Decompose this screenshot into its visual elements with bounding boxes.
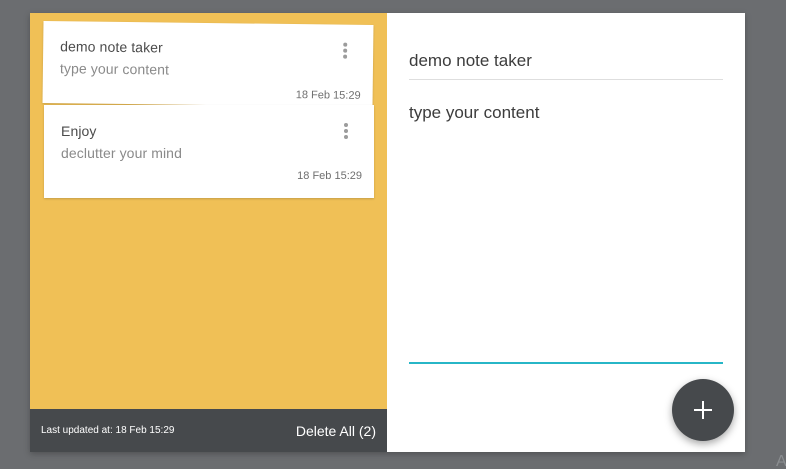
note-preview: type your content	[59, 60, 170, 78]
note-timestamp: 18 Feb 15:29	[295, 89, 361, 102]
background-edge-letter: A	[776, 454, 786, 469]
note-preview: declutter your mind	[61, 145, 182, 161]
note-card-enjoy[interactable]: Enjoy declutter your mind 18 Feb 15:29	[44, 105, 374, 198]
notes-sidebar: demo note taker type your content 18 Feb…	[30, 13, 387, 452]
add-note-button[interactable]	[672, 379, 734, 441]
note-card-demo-note-taker[interactable]: demo note taker type your content 18 Feb…	[42, 20, 374, 108]
note-timestamp: 18 Feb 15:29	[297, 170, 362, 182]
note-editor: type your content	[387, 13, 745, 452]
note-title: demo note taker	[60, 38, 163, 56]
notes-list: demo note taker type your content 18 Feb…	[30, 13, 387, 409]
note-app: demo note taker type your content 18 Feb…	[30, 13, 745, 452]
note-content-textarea[interactable]: type your content	[409, 103, 723, 364]
note-title-input[interactable]	[409, 51, 723, 80]
plus-icon	[694, 401, 712, 419]
last-updated-text: Last updated at: 18 Feb 15:29	[41, 425, 175, 436]
delete-all-button[interactable]: Delete All (2)	[296, 423, 376, 439]
more-vertical-icon[interactable]	[343, 42, 348, 59]
sidebar-footer: Last updated at: 18 Feb 15:29 Delete All…	[30, 409, 387, 452]
more-vertical-icon[interactable]	[344, 123, 348, 139]
note-title: Enjoy	[61, 123, 97, 139]
